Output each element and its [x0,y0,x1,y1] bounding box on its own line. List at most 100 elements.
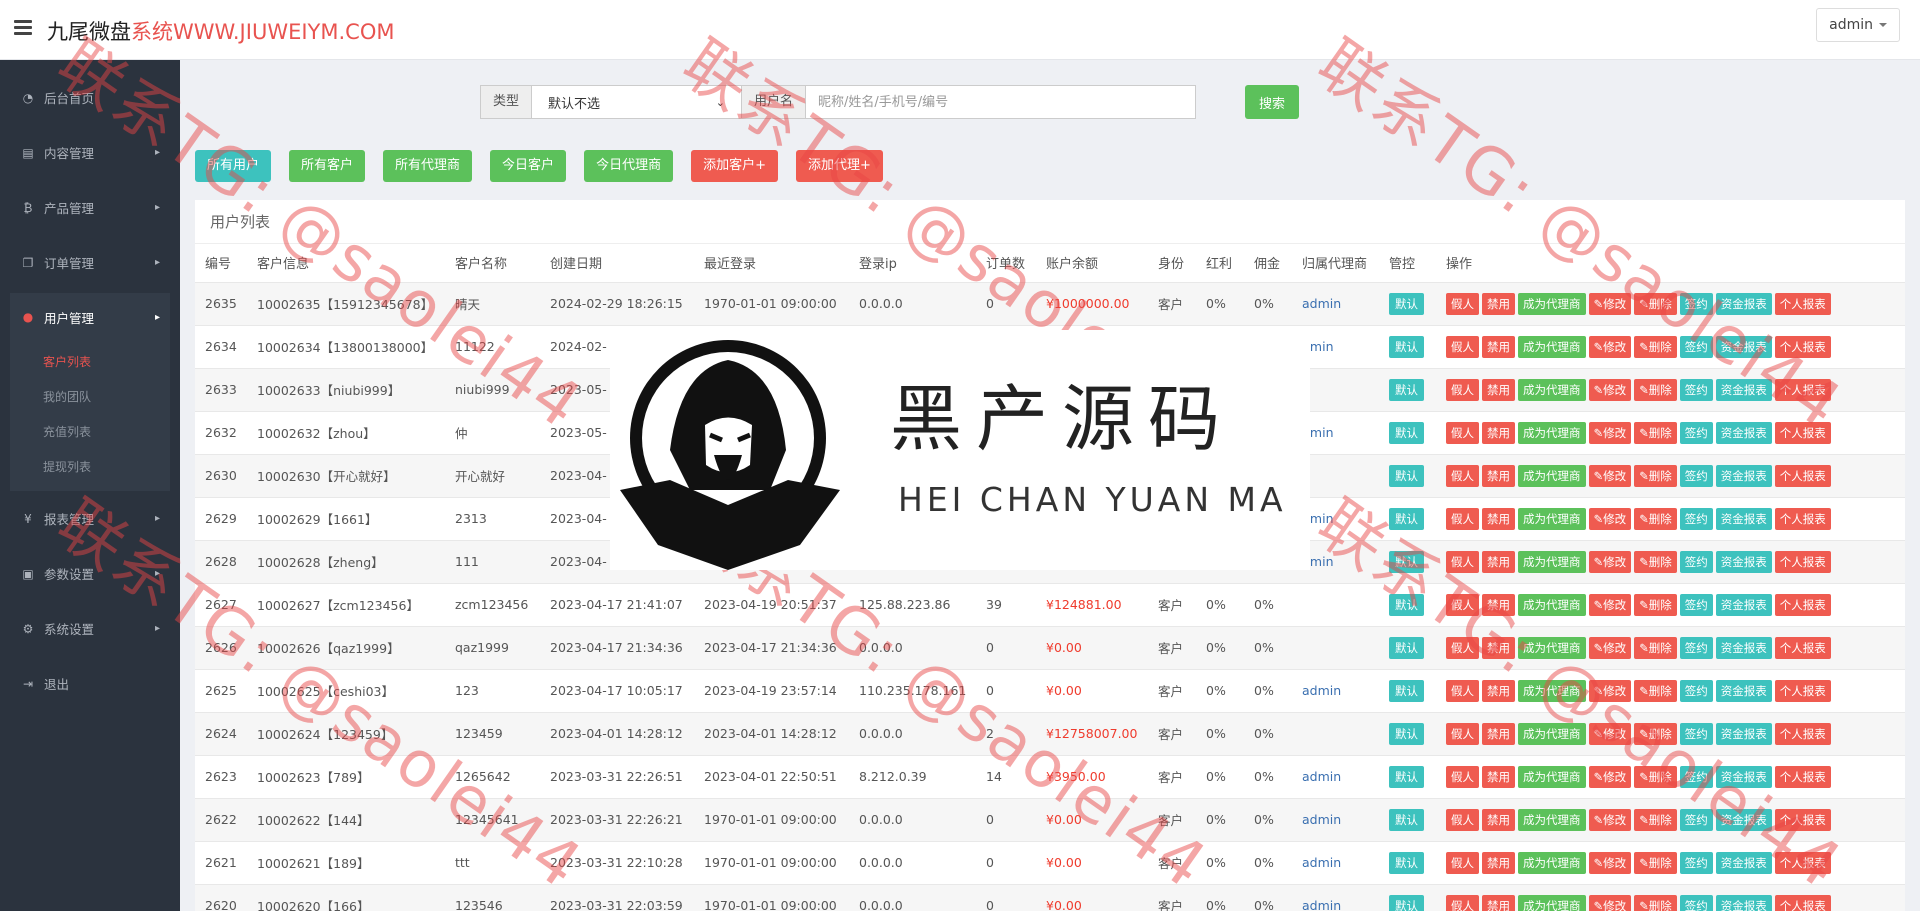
sidebar-item-params[interactable]: ▣ 参数设置 ▸ [0,546,180,601]
fund-report-button[interactable]: 资金报表 [1715,292,1772,315]
edit-button[interactable]: ✎修改 [1588,722,1632,745]
fund-report-button[interactable]: 资金报表 [1715,894,1772,911]
edit-button[interactable]: ✎修改 [1588,808,1632,831]
sign-button[interactable]: 签约 [1679,421,1713,444]
fund-report-button[interactable]: 资金报表 [1715,722,1772,745]
mgmt-default-button[interactable]: 默认 [1389,421,1424,444]
edit-button[interactable]: ✎修改 [1588,636,1632,659]
edit-button[interactable]: ✎修改 [1588,335,1632,358]
edit-button[interactable]: ✎修改 [1588,593,1632,616]
mgmt-default-button[interactable]: 默认 [1389,378,1424,401]
fake-user-button[interactable]: 假人 [1446,507,1479,530]
make-agent-button[interactable]: 成为代理商 [1518,550,1586,573]
delete-button[interactable]: ✎删除 [1634,679,1677,702]
sidebar-item-reports[interactable]: ¥ 报表管理 ▸ [0,491,180,546]
sidebar-item-users[interactable]: ● 用户管理 ▸ [10,293,170,341]
disable-button[interactable]: 禁用 [1482,378,1515,401]
sidebar-subitem-withdraw-list[interactable]: 提现列表 [10,450,170,485]
sidebar-item-content[interactable]: ▤ 内容管理 ▸ [0,125,180,180]
fund-report-button[interactable]: 资金报表 [1715,550,1772,573]
fake-user-button[interactable]: 假人 [1446,464,1479,487]
fake-user-button[interactable]: 假人 [1446,894,1479,911]
menu-toggle-icon[interactable] [14,20,32,36]
fake-user-button[interactable]: 假人 [1446,378,1479,401]
delete-button[interactable]: ✎删除 [1634,765,1677,788]
mgmt-default-button[interactable]: 默认 [1389,507,1424,530]
disable-button[interactable]: 禁用 [1482,851,1515,874]
personal-report-button[interactable]: 个人报表 [1774,679,1831,702]
delete-button[interactable]: ✎删除 [1634,550,1677,573]
disable-button[interactable]: 禁用 [1482,679,1515,702]
mgmt-default-button[interactable]: 默认 [1389,851,1424,874]
disable-button[interactable]: 禁用 [1482,464,1515,487]
edit-button[interactable]: ✎修改 [1588,550,1632,573]
fund-report-button[interactable]: 资金报表 [1715,378,1772,401]
sign-button[interactable]: 签约 [1679,593,1713,616]
personal-report-button[interactable]: 个人报表 [1774,421,1831,444]
mgmt-default-button[interactable]: 默认 [1389,335,1424,358]
make-agent-button[interactable]: 成为代理商 [1518,507,1586,530]
personal-report-button[interactable]: 个人报表 [1774,292,1831,315]
fund-report-button[interactable]: 资金报表 [1715,593,1772,616]
fake-user-button[interactable]: 假人 [1446,421,1479,444]
fake-user-button[interactable]: 假人 [1446,851,1479,874]
edit-button[interactable]: ✎修改 [1588,679,1632,702]
personal-report-button[interactable]: 个人报表 [1774,808,1831,831]
sign-button[interactable]: 签约 [1679,636,1713,659]
delete-button[interactable]: ✎删除 [1634,593,1677,616]
fund-report-button[interactable]: 资金报表 [1715,765,1772,788]
make-agent-button[interactable]: 成为代理商 [1518,593,1586,616]
sidebar-item-products[interactable]: ₿ 产品管理 ▸ [0,180,180,235]
sign-button[interactable]: 签约 [1679,894,1713,911]
make-agent-button[interactable]: 成为代理商 [1518,636,1586,659]
disable-button[interactable]: 禁用 [1482,593,1515,616]
delete-button[interactable]: ✎删除 [1634,507,1677,530]
fake-user-button[interactable]: 假人 [1446,593,1479,616]
personal-report-button[interactable]: 个人报表 [1774,636,1831,659]
delete-button[interactable]: ✎删除 [1634,421,1677,444]
personal-report-button[interactable]: 个人报表 [1774,722,1831,745]
edit-button[interactable]: ✎修改 [1588,421,1632,444]
personal-report-button[interactable]: 个人报表 [1774,851,1831,874]
personal-report-button[interactable]: 个人报表 [1774,378,1831,401]
fund-report-button[interactable]: 资金报表 [1715,679,1772,702]
fund-report-button[interactable]: 资金报表 [1715,335,1772,358]
delete-button[interactable]: ✎删除 [1634,808,1677,831]
delete-button[interactable]: ✎删除 [1634,378,1677,401]
fund-report-button[interactable]: 资金报表 [1715,464,1772,487]
mgmt-default-button[interactable]: 默认 [1389,292,1424,315]
disable-button[interactable]: 禁用 [1482,636,1515,659]
add-customer-button[interactable]: 添加客户+ [691,150,778,182]
sign-button[interactable]: 签约 [1679,765,1713,788]
all-agents-button[interactable]: 所有代理商 [383,150,473,182]
fake-user-button[interactable]: 假人 [1446,808,1479,831]
delete-button[interactable]: ✎删除 [1634,464,1677,487]
delete-button[interactable]: ✎删除 [1634,636,1677,659]
fake-user-button[interactable]: 假人 [1446,765,1479,788]
make-agent-button[interactable]: 成为代理商 [1518,292,1586,315]
delete-button[interactable]: ✎删除 [1634,292,1677,315]
disable-button[interactable]: 禁用 [1482,722,1515,745]
sidebar-subitem-customer-list[interactable]: 客户列表 [10,345,170,380]
sign-button[interactable]: 签约 [1679,679,1713,702]
make-agent-button[interactable]: 成为代理商 [1518,765,1586,788]
personal-report-button[interactable]: 个人报表 [1774,894,1831,911]
mgmt-default-button[interactable]: 默认 [1389,550,1424,573]
add-agent-button[interactable]: 添加代理+ [795,150,883,182]
personal-report-button[interactable]: 个人报表 [1774,550,1831,573]
make-agent-button[interactable]: 成为代理商 [1518,378,1586,401]
sidebar-item-system[interactable]: ⚙ 系统设置 ▸ [0,601,180,656]
sign-button[interactable]: 签约 [1679,335,1713,358]
fake-user-button[interactable]: 假人 [1446,679,1479,702]
type-select[interactable]: 默认不选 ⌄ [532,85,743,119]
sidebar-item-logout[interactable]: ⇥ 退出 [0,656,180,711]
sign-button[interactable]: 签约 [1679,550,1713,573]
disable-button[interactable]: 禁用 [1482,335,1515,358]
delete-button[interactable]: ✎删除 [1634,722,1677,745]
all-users-button[interactable]: 所有用户 [195,150,272,182]
edit-button[interactable]: ✎修改 [1588,894,1632,911]
sidebar-subitem-recharge-list[interactable]: 充值列表 [10,415,170,450]
mgmt-default-button[interactable]: 默认 [1389,765,1424,788]
sidebar-subitem-my-team[interactable]: 我的团队 [10,380,170,415]
edit-button[interactable]: ✎修改 [1588,851,1632,874]
